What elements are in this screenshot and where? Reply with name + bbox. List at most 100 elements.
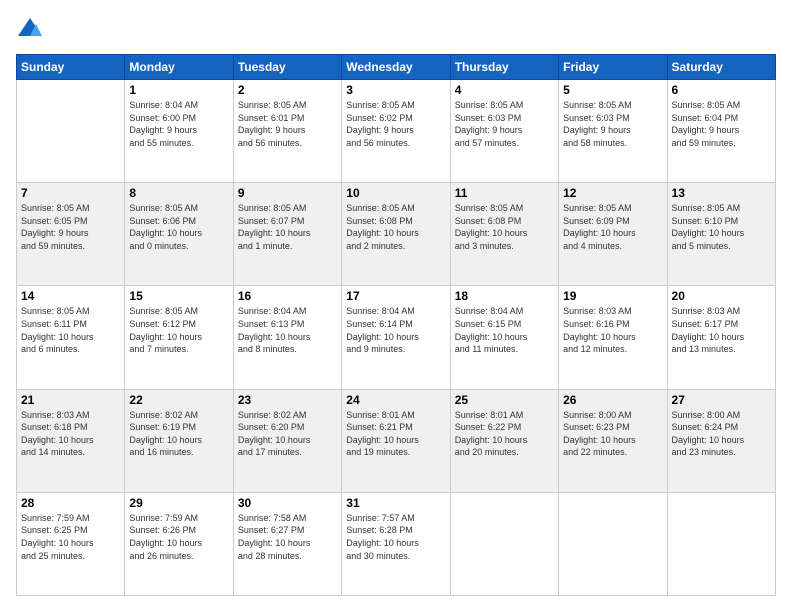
weekday-header-sunday: Sunday xyxy=(17,55,125,80)
day-number: 20 xyxy=(672,289,771,303)
day-info: Sunrise: 8:02 AM Sunset: 6:19 PM Dayligh… xyxy=(129,409,228,459)
calendar-cell: 15Sunrise: 8:05 AM Sunset: 6:12 PM Dayli… xyxy=(125,286,233,389)
calendar-cell: 18 Sunrise: 8:04 AM Sunset: 6:15 PM Dayli… xyxy=(450,286,558,389)
logo xyxy=(16,16,48,44)
day-info: Sunrise: 7:59 AM Sunset: 6:26 PM Dayligh… xyxy=(129,512,228,562)
day-number: 12 xyxy=(563,186,662,200)
day-info: Sunrise: 8:04 AM Sunset: 6:13 PM Dayligh… xyxy=(238,305,337,355)
day-info: Sunrise: 8:05 AM Sunset: 6:02 PM Dayligh… xyxy=(346,99,445,149)
day-info: Sunrise: 8:05 AM Sunset: 6:03 PM Dayligh… xyxy=(455,99,554,149)
calendar-cell: 25 Sunrise: 8:01 AM Sunset: 6:22 PM Dayli… xyxy=(450,389,558,492)
day-number: 22 xyxy=(129,393,228,407)
calendar-cell: 10Sunrise: 8:05 AM Sunset: 6:08 PM Dayli… xyxy=(342,183,450,286)
day-info: Sunrise: 8:03 AM Sunset: 6:16 PM Dayligh… xyxy=(563,305,662,355)
day-info: Sunrise: 8:05 AM Sunset: 6:05 PM Dayligh… xyxy=(21,202,120,252)
day-info: Sunrise: 8:05 AM Sunset: 6:08 PM Dayligh… xyxy=(455,202,554,252)
calendar-week-row-2: 7 Sunrise: 8:05 AM Sunset: 6:05 PM Daylig… xyxy=(17,183,776,286)
calendar-week-row-5: 28Sunrise: 7:59 AM Sunset: 6:25 PM Dayli… xyxy=(17,492,776,595)
weekday-header-saturday: Saturday xyxy=(667,55,775,80)
day-number: 8 xyxy=(129,186,228,200)
day-number: 21 xyxy=(21,393,120,407)
calendar-cell: 6 Sunrise: 8:05 AM Sunset: 6:04 PM Daylig… xyxy=(667,80,775,183)
day-info: Sunrise: 8:00 AM Sunset: 6:23 PM Dayligh… xyxy=(563,409,662,459)
calendar-week-row-3: 14Sunrise: 8:05 AM Sunset: 6:11 PM Dayli… xyxy=(17,286,776,389)
calendar-cell xyxy=(559,492,667,595)
day-info: Sunrise: 7:57 AM Sunset: 6:28 PM Dayligh… xyxy=(346,512,445,562)
day-info: Sunrise: 8:01 AM Sunset: 6:22 PM Dayligh… xyxy=(455,409,554,459)
day-number: 27 xyxy=(672,393,771,407)
day-number: 5 xyxy=(563,83,662,97)
calendar-week-row-4: 21 Sunrise: 8:03 AM Sunset: 6:18 PM Dayli… xyxy=(17,389,776,492)
day-info: Sunrise: 8:05 AM Sunset: 6:06 PM Dayligh… xyxy=(129,202,228,252)
day-info: Sunrise: 8:03 AM Sunset: 6:17 PM Dayligh… xyxy=(672,305,771,355)
day-number: 1 xyxy=(129,83,228,97)
day-number: 31 xyxy=(346,496,445,510)
calendar-cell: 8 Sunrise: 8:05 AM Sunset: 6:06 PM Daylig… xyxy=(125,183,233,286)
day-info: Sunrise: 8:05 AM Sunset: 6:01 PM Dayligh… xyxy=(238,99,337,149)
day-number: 19 xyxy=(563,289,662,303)
weekday-header-thursday: Thursday xyxy=(450,55,558,80)
day-info: Sunrise: 8:04 AM Sunset: 6:00 PM Dayligh… xyxy=(129,99,228,149)
day-info: Sunrise: 8:05 AM Sunset: 6:11 PM Dayligh… xyxy=(21,305,120,355)
weekday-header-tuesday: Tuesday xyxy=(233,55,341,80)
day-info: Sunrise: 8:05 AM Sunset: 6:08 PM Dayligh… xyxy=(346,202,445,252)
logo-icon xyxy=(16,16,44,44)
day-info: Sunrise: 8:05 AM Sunset: 6:04 PM Dayligh… xyxy=(672,99,771,149)
day-number: 15 xyxy=(129,289,228,303)
day-info: Sunrise: 8:05 AM Sunset: 6:10 PM Dayligh… xyxy=(672,202,771,252)
day-info: Sunrise: 7:58 AM Sunset: 6:27 PM Dayligh… xyxy=(238,512,337,562)
day-number: 13 xyxy=(672,186,771,200)
calendar-cell: 9Sunrise: 8:05 AM Sunset: 6:07 PM Daylig… xyxy=(233,183,341,286)
calendar-cell: 22 Sunrise: 8:02 AM Sunset: 6:19 PM Dayli… xyxy=(125,389,233,492)
calendar-cell: 5Sunrise: 8:05 AM Sunset: 6:03 PM Daylig… xyxy=(559,80,667,183)
day-number: 24 xyxy=(346,393,445,407)
calendar-cell: 4 Sunrise: 8:05 AM Sunset: 6:03 PM Daylig… xyxy=(450,80,558,183)
calendar-table: SundayMondayTuesdayWednesdayThursdayFrid… xyxy=(16,54,776,596)
calendar-cell: 2Sunrise: 8:05 AM Sunset: 6:01 PM Daylig… xyxy=(233,80,341,183)
calendar-cell xyxy=(450,492,558,595)
day-number: 3 xyxy=(346,83,445,97)
calendar-cell: 19 Sunrise: 8:03 AM Sunset: 6:16 PM Dayli… xyxy=(559,286,667,389)
day-number: 11 xyxy=(455,186,554,200)
calendar-cell: 29 Sunrise: 7:59 AM Sunset: 6:26 PM Dayli… xyxy=(125,492,233,595)
day-info: Sunrise: 8:04 AM Sunset: 6:15 PM Dayligh… xyxy=(455,305,554,355)
calendar-cell: 17Sunrise: 8:04 AM Sunset: 6:14 PM Dayli… xyxy=(342,286,450,389)
calendar-cell: 3 Sunrise: 8:05 AM Sunset: 6:02 PM Daylig… xyxy=(342,80,450,183)
day-info: Sunrise: 8:00 AM Sunset: 6:24 PM Dayligh… xyxy=(672,409,771,459)
weekday-header-monday: Monday xyxy=(125,55,233,80)
header xyxy=(16,16,776,44)
calendar-cell: 23 Sunrise: 8:02 AM Sunset: 6:20 PM Dayli… xyxy=(233,389,341,492)
weekday-header-friday: Friday xyxy=(559,55,667,80)
calendar-cell: 26 Sunrise: 8:00 AM Sunset: 6:23 PM Dayli… xyxy=(559,389,667,492)
calendar-cell xyxy=(17,80,125,183)
day-number: 9 xyxy=(238,186,337,200)
day-number: 16 xyxy=(238,289,337,303)
calendar-cell: 31 Sunrise: 7:57 AM Sunset: 6:28 PM Dayli… xyxy=(342,492,450,595)
day-number: 6 xyxy=(672,83,771,97)
calendar-cell: 21 Sunrise: 8:03 AM Sunset: 6:18 PM Dayli… xyxy=(17,389,125,492)
calendar-cell: 14Sunrise: 8:05 AM Sunset: 6:11 PM Dayli… xyxy=(17,286,125,389)
calendar-cell: 11 Sunrise: 8:05 AM Sunset: 6:08 PM Dayli… xyxy=(450,183,558,286)
day-number: 23 xyxy=(238,393,337,407)
calendar-cell: 28Sunrise: 7:59 AM Sunset: 6:25 PM Dayli… xyxy=(17,492,125,595)
day-number: 18 xyxy=(455,289,554,303)
weekday-header-row: SundayMondayTuesdayWednesdayThursdayFrid… xyxy=(17,55,776,80)
day-info: Sunrise: 8:02 AM Sunset: 6:20 PM Dayligh… xyxy=(238,409,337,459)
calendar-week-row-1: 1 Sunrise: 8:04 AM Sunset: 6:00 PM Daylig… xyxy=(17,80,776,183)
day-number: 26 xyxy=(563,393,662,407)
day-number: 25 xyxy=(455,393,554,407)
calendar-cell: 24Sunrise: 8:01 AM Sunset: 6:21 PM Dayli… xyxy=(342,389,450,492)
day-number: 4 xyxy=(455,83,554,97)
page: SundayMondayTuesdayWednesdayThursdayFrid… xyxy=(0,0,792,612)
calendar-cell: 27 Sunrise: 8:00 AM Sunset: 6:24 PM Dayli… xyxy=(667,389,775,492)
day-number: 30 xyxy=(238,496,337,510)
calendar-cell: 20 Sunrise: 8:03 AM Sunset: 6:17 PM Dayli… xyxy=(667,286,775,389)
calendar-cell: 12 Sunrise: 8:05 AM Sunset: 6:09 PM Dayli… xyxy=(559,183,667,286)
day-info: Sunrise: 8:03 AM Sunset: 6:18 PM Dayligh… xyxy=(21,409,120,459)
calendar-cell: 30 Sunrise: 7:58 AM Sunset: 6:27 PM Dayli… xyxy=(233,492,341,595)
day-info: Sunrise: 8:05 AM Sunset: 6:09 PM Dayligh… xyxy=(563,202,662,252)
day-number: 7 xyxy=(21,186,120,200)
day-number: 29 xyxy=(129,496,228,510)
calendar-cell: 16 Sunrise: 8:04 AM Sunset: 6:13 PM Dayli… xyxy=(233,286,341,389)
day-info: Sunrise: 7:59 AM Sunset: 6:25 PM Dayligh… xyxy=(21,512,120,562)
